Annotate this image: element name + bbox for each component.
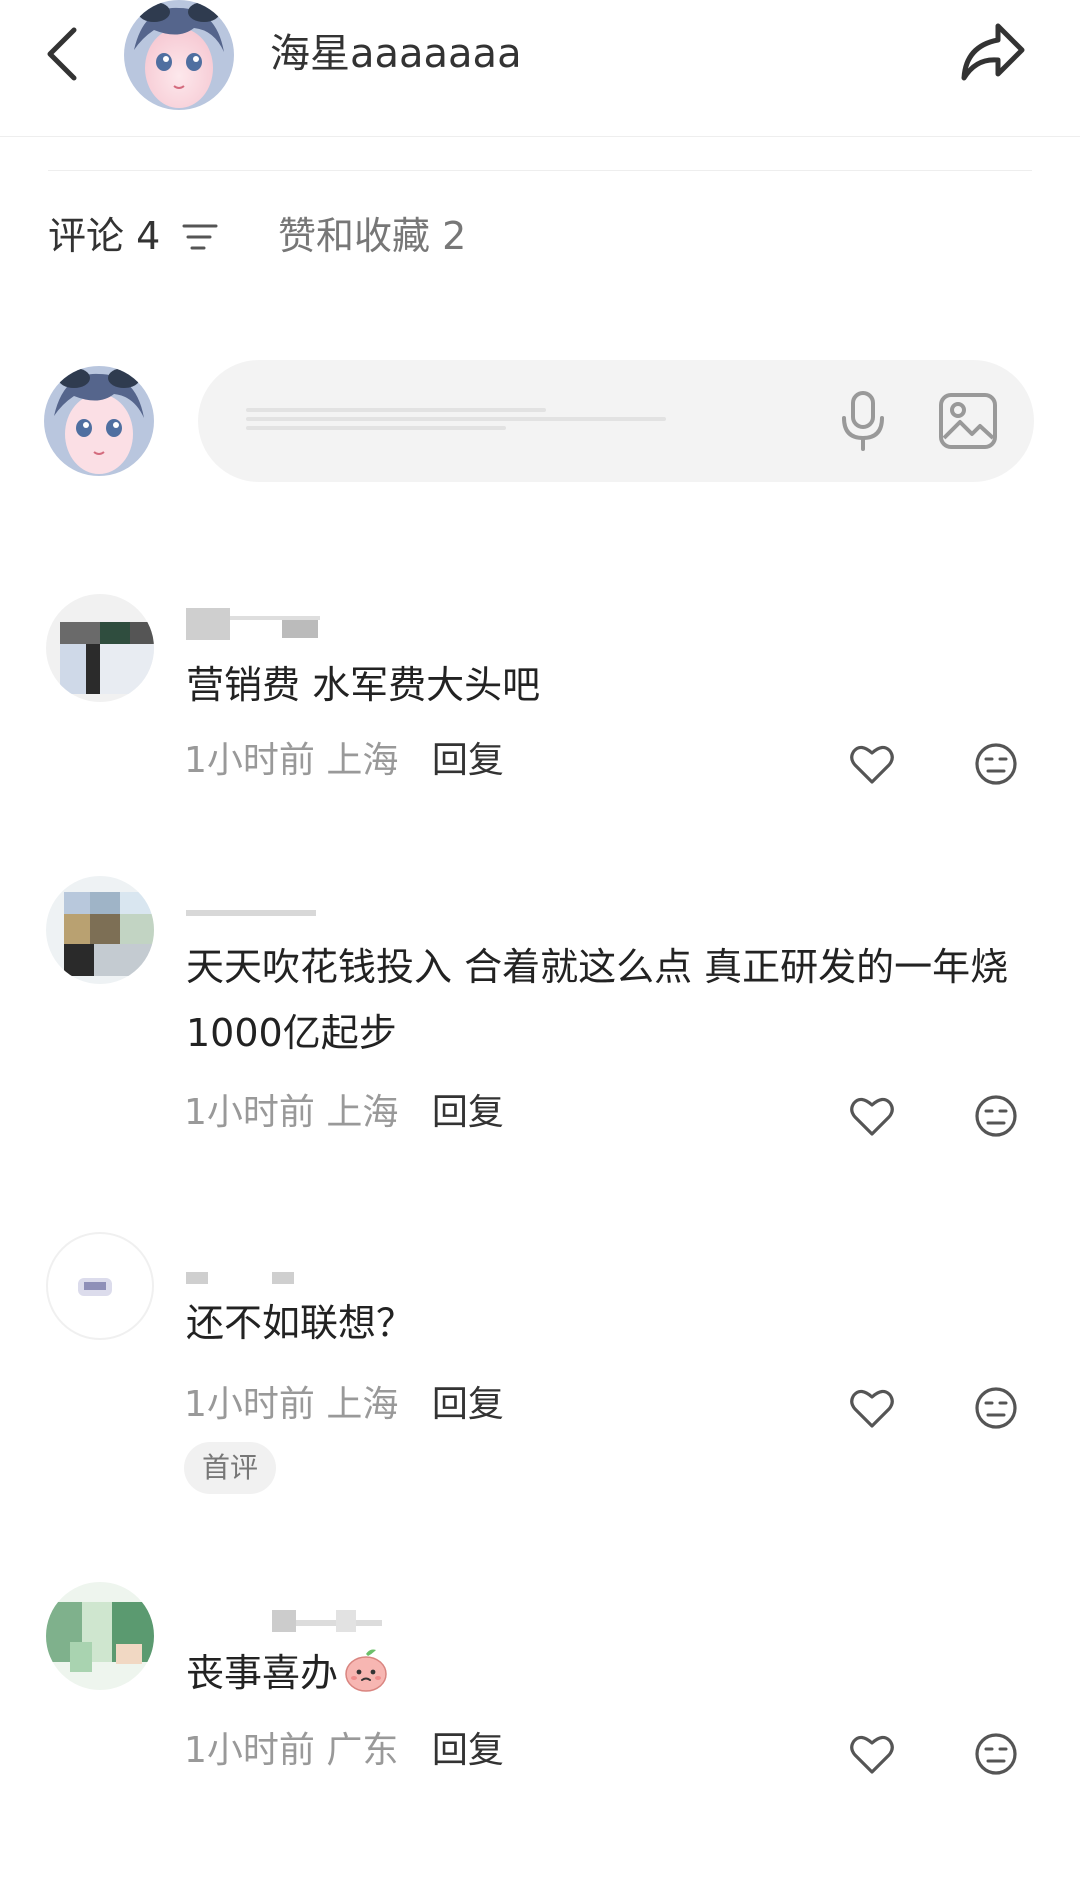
like-button[interactable]: [848, 1092, 896, 1140]
comment-meta: 1小时前 上海 回复: [184, 1380, 504, 1430]
commenter-avatar[interactable]: [46, 1582, 154, 1690]
dislike-button[interactable]: [972, 740, 1020, 788]
reply-button[interactable]: 回复: [432, 1092, 504, 1133]
author-username[interactable]: 海星aaaaaaa: [270, 26, 522, 82]
heart-icon: [850, 1097, 894, 1136]
heart-icon: [850, 1735, 894, 1774]
comment-input-placeholder: [246, 408, 676, 434]
comment-text-content: 丧事喜办: [186, 1651, 339, 1695]
chevron-left-icon: [47, 27, 77, 81]
tab-likes-favorites[interactable]: 赞和收藏 2: [278, 206, 466, 266]
neutral-face-icon: [975, 1387, 1017, 1429]
first-comment-badge: 首评: [184, 1442, 277, 1494]
comment-location: 上海: [326, 1092, 399, 1133]
commenter-username[interactable]: [186, 880, 386, 920]
author-avatar[interactable]: [124, 0, 234, 110]
reply-button[interactable]: 回复: [432, 740, 504, 781]
dislike-button[interactable]: [972, 1384, 1020, 1432]
dislike-button[interactable]: [972, 1730, 1020, 1778]
microphone-icon[interactable]: [838, 390, 888, 452]
commenter-username[interactable]: [186, 1586, 386, 1632]
comment-text: 天天吹花钱投入 合着就这么点 真正研发的一年烧1000亿起步: [186, 945, 1009, 1055]
comment-meta: 1小时前 上海 回复: [184, 736, 504, 786]
heart-icon: [850, 745, 894, 784]
comment-time: 1小时前: [184, 1730, 315, 1771]
tab-comments[interactable]: 评论 4: [48, 206, 160, 266]
comment-item: 还不如联想？ 1小时前 上海 回复 首评: [0, 1232, 1080, 1512]
top-bar: 海星aaaaaaa: [0, 0, 1080, 137]
sort-lines-icon[interactable]: [180, 222, 220, 252]
comment-meta: 1小时前 广东 回复: [184, 1726, 504, 1776]
heart-icon: [850, 1389, 894, 1428]
comment-text: 营销费 水军费大头吧: [186, 663, 541, 707]
reply-button[interactable]: 回复: [432, 1384, 504, 1425]
share-arrow-icon: [961, 23, 1025, 81]
comment-time: 1小时前: [184, 1092, 315, 1133]
reply-button[interactable]: 回复: [432, 1730, 504, 1771]
comment-item: 天天吹花钱投入 合着就这么点 真正研发的一年烧1000亿起步 1小时前 上海 回…: [0, 876, 1080, 1176]
like-button[interactable]: [848, 740, 896, 788]
peach-sticker-icon: [342, 1646, 390, 1694]
comment-location: 上海: [326, 1384, 399, 1425]
neutral-face-icon: [975, 1733, 1017, 1775]
share-button[interactable]: [958, 20, 1028, 86]
comment-text: 还不如联想？: [186, 1301, 415, 1345]
comment-time: 1小时前: [184, 740, 315, 781]
comment-meta: 1小时前 上海 回复: [184, 1088, 504, 1138]
comment-item: 丧事喜办 1小时前 广东 回复: [0, 1582, 1080, 1822]
comment-location: 上海: [326, 740, 399, 781]
neutral-face-icon: [975, 743, 1017, 785]
comment-location: 广东: [326, 1730, 399, 1771]
commenter-avatar[interactable]: [46, 1232, 154, 1340]
comment-input[interactable]: [198, 360, 1034, 482]
my-avatar: [44, 366, 154, 476]
neutral-face-icon: [975, 1095, 1017, 1137]
section-divider: [48, 170, 1032, 171]
dislike-button[interactable]: [972, 1092, 1020, 1140]
comment-item: 营销费 水军费大头吧 1小时前 上海 回复: [0, 594, 1080, 824]
image-icon[interactable]: [938, 392, 998, 450]
comment-time: 1小时前: [184, 1384, 315, 1425]
like-button[interactable]: [848, 1730, 896, 1778]
commenter-avatar[interactable]: [46, 594, 154, 702]
like-button[interactable]: [848, 1384, 896, 1432]
back-button[interactable]: [40, 24, 84, 84]
commenter-avatar[interactable]: [46, 876, 154, 984]
comment-text: 丧事喜办: [186, 1640, 1026, 1706]
commenter-username[interactable]: [186, 598, 386, 640]
commenter-username[interactable]: [186, 1236, 386, 1284]
